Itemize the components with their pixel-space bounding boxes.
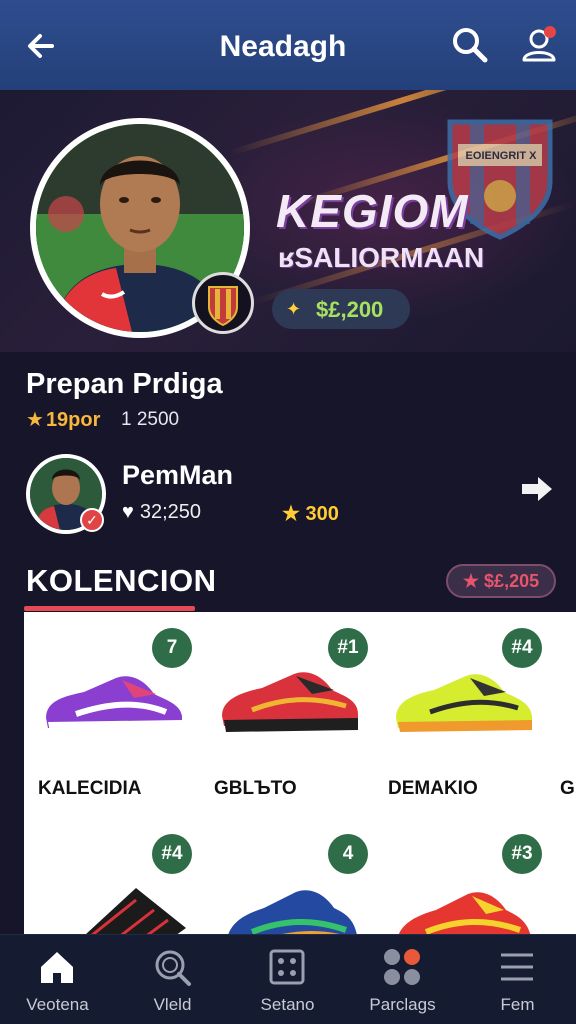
score-value: 300 <box>305 503 339 525</box>
player-name: Prepan Prdiga <box>26 368 223 400</box>
likes-value: 32;250 <box>139 501 202 523</box>
coin-value: $£,200 <box>316 297 384 322</box>
star-icon: ★ <box>462 571 480 591</box>
nav-label: Fem <box>500 995 535 1014</box>
item-badge: #3 <box>502 834 542 874</box>
nav-item-dice[interactable]: Setano <box>230 935 345 1024</box>
collection-item[interactable]: 7 KALECIDIA <box>28 612 198 812</box>
item-badge: #4 <box>502 628 542 668</box>
collection-item[interactable]: #4 DEMAKIO <box>378 612 548 812</box>
nav-item-home[interactable]: Veotena <box>0 935 115 1024</box>
notification-dot <box>544 26 556 38</box>
item-badge: 4 <box>328 834 368 874</box>
item-badge: 7 <box>152 628 192 668</box>
verified-check-icon: ✓ <box>80 508 104 532</box>
rating-meta: 1 2500 <box>121 409 180 430</box>
bottom-navigation: Veotena Vleld Setano Parclags Fem <box>0 934 576 1024</box>
collection-item[interactable]: 4 <box>204 818 374 934</box>
coin-balance[interactable]: ✦ $£,200 <box>272 289 410 329</box>
heart-icon: ♥ <box>122 501 134 523</box>
arrow-right-icon[interactable] <box>520 474 554 504</box>
search-icon[interactable] <box>450 25 490 65</box>
friend-row[interactable]: ✓ PemMan ♥ 32;250 ★ 300 <box>0 450 576 540</box>
section-underline <box>24 606 195 611</box>
club-badge-icon <box>192 272 254 334</box>
nav-item-search[interactable]: Vleld <box>115 935 230 1024</box>
nav-item-apps[interactable]: Parclags <box>345 935 460 1024</box>
item-label: DEMAKIO <box>388 778 478 799</box>
collection-item[interactable]: #1 GBLЪTO <box>204 612 374 812</box>
coin-icon: ✦ <box>286 299 302 319</box>
nav-label: Setano <box>260 995 315 1014</box>
item-label: GBLЪTO <box>214 778 297 799</box>
top-bar: Neadagh <box>0 0 576 90</box>
hero-subtitle: ʁSALIORMAAN <box>278 242 485 273</box>
star-icon: ★ <box>26 409 44 431</box>
rating-value: 19por <box>45 409 101 431</box>
pill-value: $£,205 <box>484 571 540 591</box>
star-icon: ★ <box>282 503 300 525</box>
crest-label: EOIENGRIT X <box>465 150 537 162</box>
item-label: GI <box>560 778 576 799</box>
dice-icon <box>269 949 305 985</box>
collection-item[interactable]: #4 <box>28 818 198 934</box>
collection-value-pill[interactable]: ★ $£,205 <box>446 564 556 598</box>
section-title: KOLENCION <box>26 563 217 598</box>
apps-icon <box>384 949 420 985</box>
item-label: KALECIDIA <box>38 778 142 799</box>
nav-label: Parclags <box>369 995 436 1014</box>
hero-title: KEGIOM <box>276 185 469 237</box>
item-badge: #1 <box>328 628 368 668</box>
collection-item[interactable]: GI <box>550 612 576 812</box>
friend-name: PemMan <box>122 460 234 490</box>
nav-label: Veotena <box>26 995 89 1014</box>
player-rating: ★ 19por 1 2500 <box>26 407 179 432</box>
search-icon <box>155 950 191 986</box>
item-badge: #4 <box>152 834 192 874</box>
nav-label: Vleld <box>153 995 192 1014</box>
menu-icon <box>501 953 533 981</box>
friend-score: ★ 300 <box>282 501 339 526</box>
collection-grid: 7 KALECIDIA #1 GBLЪTO #4 DEMAKIO GI #4 <box>24 612 576 934</box>
nav-item-menu[interactable]: Fem <box>460 935 575 1024</box>
friend-likes: ♥ 32;250 <box>122 501 201 524</box>
home-icon <box>41 952 73 983</box>
collection-item[interactable]: #3 <box>378 818 548 934</box>
